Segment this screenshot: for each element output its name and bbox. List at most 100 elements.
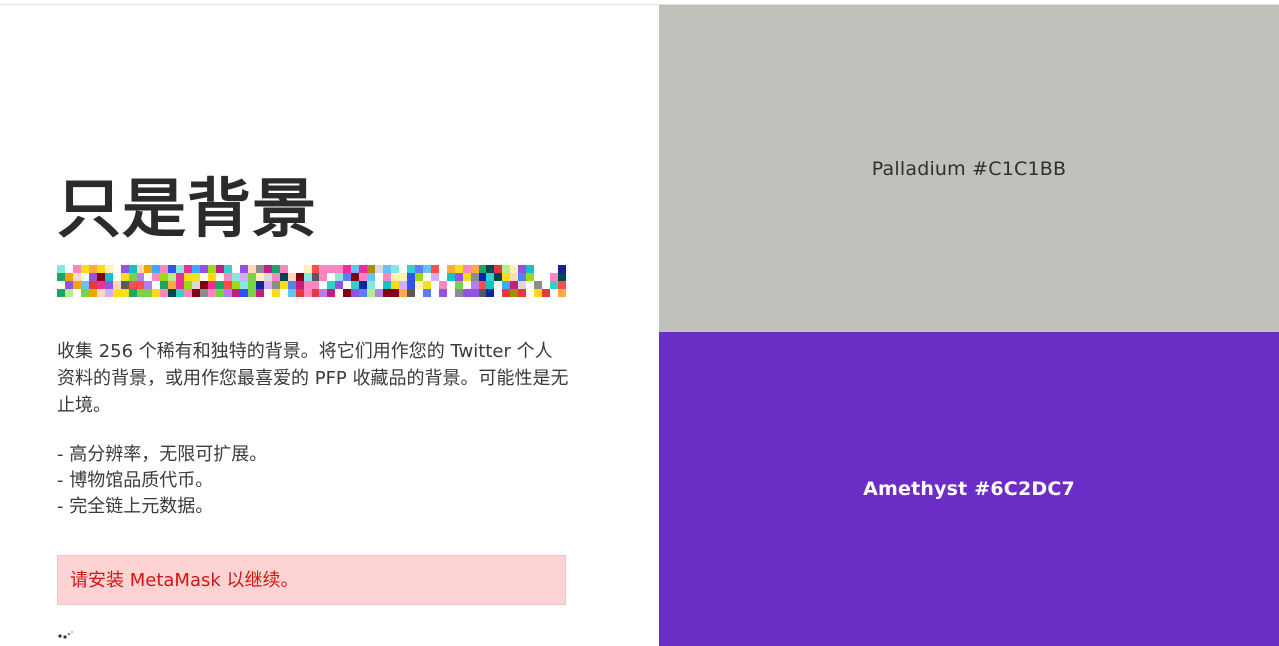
pixel-cell	[375, 273, 384, 281]
pixel-cell	[454, 265, 463, 273]
pixel-cell	[96, 273, 105, 281]
pixel-cell	[470, 273, 479, 281]
pixel-cell	[136, 281, 145, 289]
pixel-cell	[271, 281, 280, 289]
pixel-cell	[558, 273, 566, 281]
pixel-cell	[208, 273, 217, 281]
pixel-cell	[200, 265, 209, 273]
pixel-cell	[160, 273, 169, 281]
pixel-cell	[359, 265, 368, 273]
pixel-cell	[120, 281, 129, 289]
pixel-cell	[486, 265, 495, 273]
pixel-cell	[550, 265, 559, 273]
pixel-cell	[446, 281, 455, 289]
pixel-cell	[319, 281, 328, 289]
pixel-cell	[176, 289, 185, 297]
pixel-cell	[57, 265, 65, 273]
pixel-cell	[359, 281, 368, 289]
pixel-cell	[144, 289, 153, 297]
pixel-cell	[319, 273, 328, 281]
pixel-cell	[454, 273, 463, 281]
pixel-cell	[239, 265, 248, 273]
pixel-cell	[454, 281, 463, 289]
pixel-cell	[112, 289, 121, 297]
pixel-cell	[231, 265, 240, 273]
pixel-cell	[287, 289, 296, 297]
swatch-amethyst[interactable]: Amethyst #6C2DC7	[659, 332, 1279, 646]
pixel-cell	[57, 289, 65, 297]
pixel-cell	[104, 273, 113, 281]
pixel-cell	[64, 265, 73, 273]
feature-list: - 高分辨率，无限可扩展。 - 博物馆品质代币。 - 完全链上元数据。	[57, 442, 267, 520]
pixel-cell	[271, 289, 280, 297]
pixel-cell	[88, 289, 97, 297]
pixel-cell	[319, 265, 328, 273]
pixel-cell	[176, 273, 185, 281]
pixel-cell	[367, 281, 376, 289]
pixel-cell	[343, 289, 352, 297]
pixel-cell	[192, 265, 201, 273]
pixel-cell	[510, 281, 519, 289]
pixel-cell	[414, 289, 423, 297]
pixel-cell	[96, 265, 105, 273]
pixel-cell	[327, 265, 336, 273]
pixel-cell	[462, 281, 471, 289]
pixel-cell	[128, 281, 137, 289]
pixel-cell	[367, 273, 376, 281]
feature-item: - 博物馆品质代币。	[57, 470, 214, 491]
pixel-cell	[112, 273, 121, 281]
pixel-cell	[184, 273, 193, 281]
pixel-cell	[80, 289, 89, 297]
pixel-cell	[558, 281, 566, 289]
pixel-cell	[486, 281, 495, 289]
pixel-cell	[398, 289, 407, 297]
pixel-cell	[462, 273, 471, 281]
pixel-cell	[478, 289, 487, 297]
pixel-cell	[295, 281, 304, 289]
pixel-cell	[494, 281, 503, 289]
pixel-cell	[184, 289, 193, 297]
pixel-cell	[279, 289, 288, 297]
pixel-cell	[128, 273, 137, 281]
pixel-cell	[319, 289, 328, 297]
pixel-cell	[96, 281, 105, 289]
pixel-cell	[454, 289, 463, 297]
pixel-cell	[216, 289, 225, 297]
pixel-cell	[383, 273, 392, 281]
pixel-cell	[144, 273, 153, 281]
pixel-cell	[247, 281, 256, 289]
pixel-cell	[446, 289, 455, 297]
pixel-cell	[112, 265, 121, 273]
pixel-cell	[295, 265, 304, 273]
pixel-cell	[208, 281, 217, 289]
pixel-cell	[216, 281, 225, 289]
pixel-cell	[184, 265, 193, 273]
pixel-cell	[335, 289, 344, 297]
pixel-cell	[398, 281, 407, 289]
pixel-cell	[128, 289, 137, 297]
pixel-cell	[446, 265, 455, 273]
pixel-cell	[438, 281, 447, 289]
pixel-cell	[152, 281, 161, 289]
pixel-cell	[502, 265, 511, 273]
pixel-cell	[406, 281, 415, 289]
pixel-cell	[518, 281, 527, 289]
pixel-cell	[136, 289, 145, 297]
pixel-cell	[375, 281, 384, 289]
pixel-cell	[263, 265, 272, 273]
pixel-cell	[216, 273, 225, 281]
pixel-cell	[486, 289, 495, 297]
pixel-cell	[104, 281, 113, 289]
pixel-cell	[414, 281, 423, 289]
swatch-palladium[interactable]: Palladium #C1C1BB	[659, 5, 1279, 332]
pixel-cell	[430, 281, 439, 289]
pixel-cell	[367, 289, 376, 297]
pixel-cell	[550, 289, 559, 297]
pixel-cell	[311, 281, 320, 289]
pixel-cell	[152, 273, 161, 281]
pixel-cell	[550, 273, 559, 281]
pixel-cell	[64, 281, 73, 289]
pixel-cell	[57, 273, 65, 281]
pixel-cell	[534, 265, 543, 273]
pixel-cell	[430, 289, 439, 297]
